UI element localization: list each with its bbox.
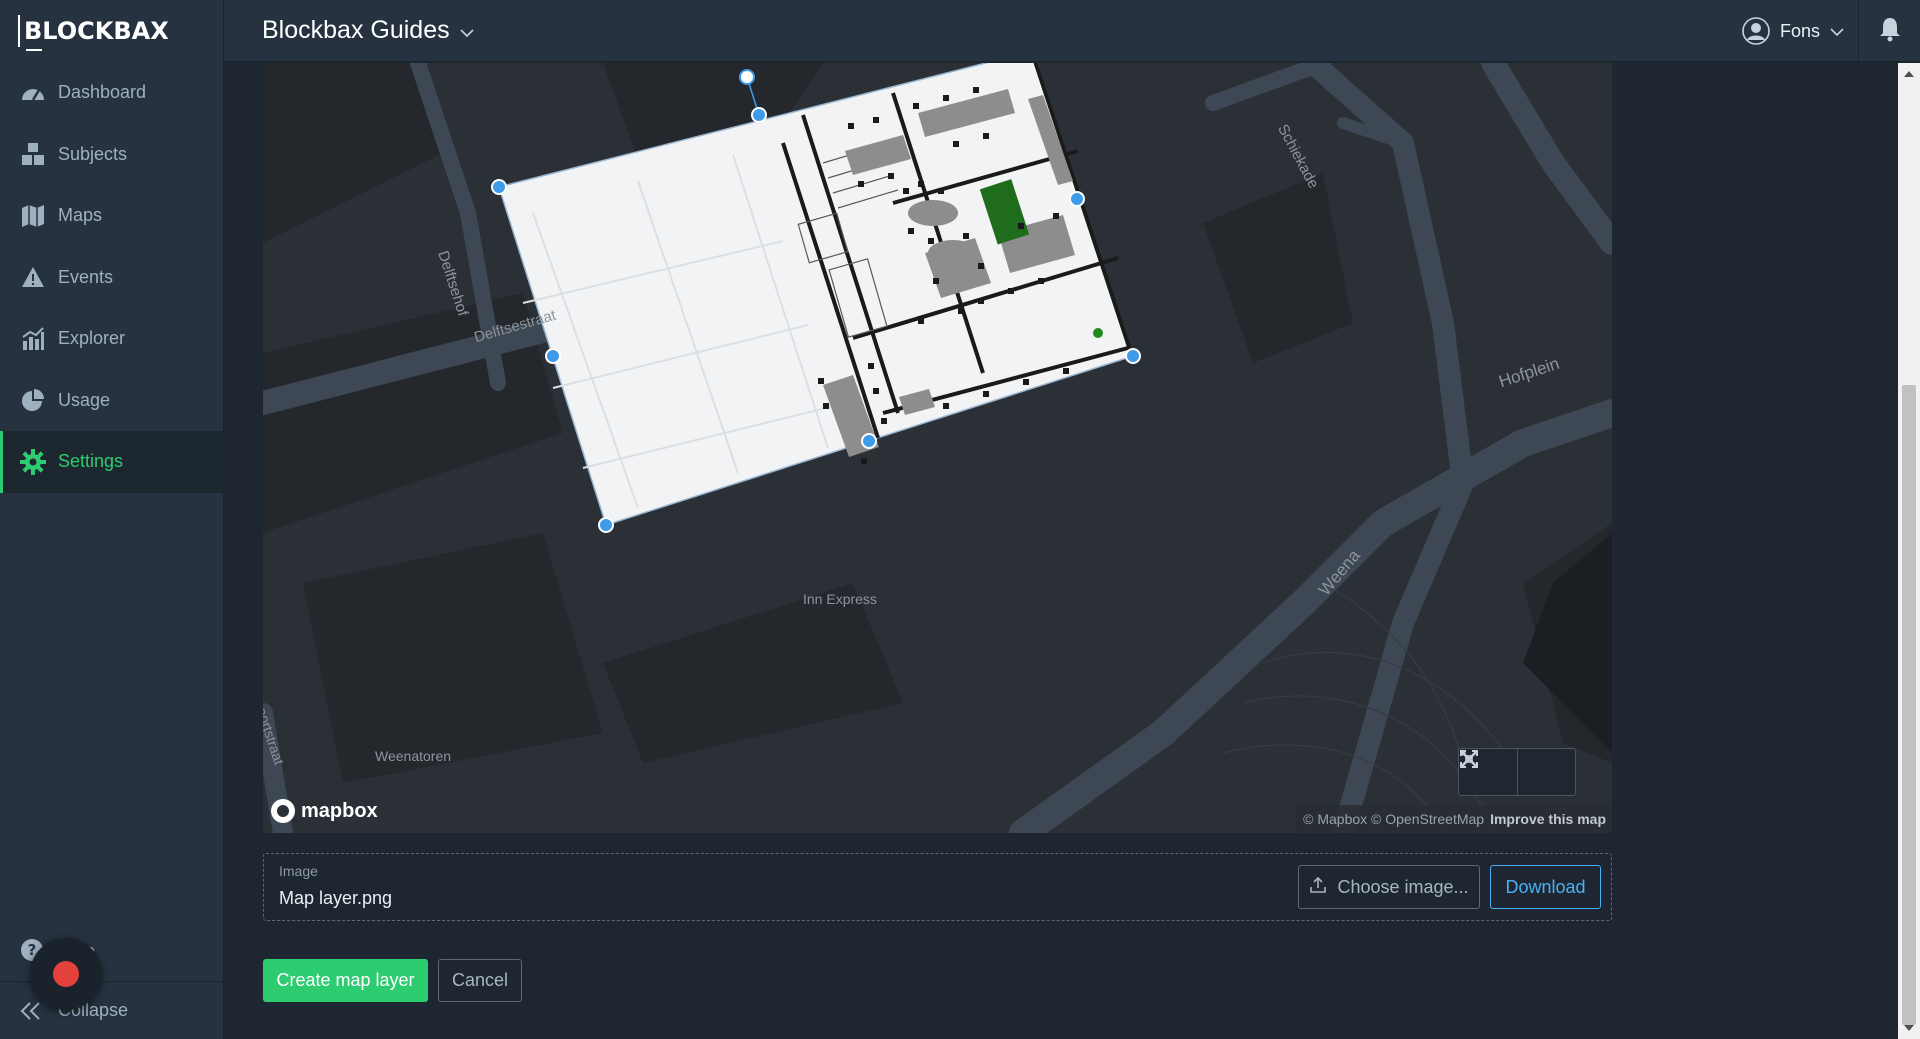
map-controls — [1458, 748, 1576, 796]
image-field-value: Map layer.png — [279, 888, 393, 908]
chevron-down-icon — [1830, 21, 1844, 42]
sidebar-item-usage[interactable]: Usage — [0, 370, 223, 432]
sidebar-item-label: Events — [58, 266, 114, 287]
warning-icon — [20, 264, 46, 290]
download-label: Download — [1505, 876, 1586, 897]
sidebar-item-label: Dashboard — [58, 82, 147, 103]
sidebar-item-label: Settings — [58, 451, 124, 472]
pie-icon — [20, 387, 46, 413]
mapbox-icon — [271, 799, 295, 823]
map-icon — [20, 203, 46, 229]
blocks-icon — [20, 141, 46, 167]
sidebar-item-settings[interactable]: Settings — [0, 431, 223, 493]
record-button[interactable] — [30, 938, 102, 1010]
scroll-up-arrow-icon[interactable] — [1904, 71, 1914, 77]
create-map-layer-button[interactable]: Create map layer — [263, 959, 428, 1002]
gauge-icon — [20, 80, 46, 106]
choose-image-label: Choose image... — [1337, 876, 1469, 897]
scroll-down-arrow-icon[interactable] — [1904, 1025, 1914, 1031]
sidebar-item-maps[interactable]: Maps — [0, 185, 223, 247]
chart-icon — [20, 326, 46, 352]
user-menu[interactable]: Fons — [1742, 0, 1844, 62]
create-label: Create map layer — [276, 970, 415, 990]
chevron-down-icon — [460, 16, 474, 45]
sidebar: BLOCKBAX Dashboard Subjects Maps Events — [0, 0, 224, 1039]
cancel-label: Cancel — [451, 970, 509, 990]
mapbox-logo[interactable]: mapbox — [271, 799, 378, 823]
record-icon — [53, 961, 79, 987]
fit-bounds-button[interactable] — [1460, 749, 1575, 795]
upload-icon — [1309, 876, 1327, 899]
sidebar-item-dashboard[interactable]: Dashboard — [0, 62, 223, 124]
sidebar-item-label: Maps — [58, 205, 103, 226]
map-label-weenatoren: Weenatoren — [375, 748, 452, 764]
sidebar-item-events[interactable]: Events — [0, 247, 223, 309]
attribution-text[interactable]: © Mapbox © OpenStreetMap — [1303, 811, 1484, 827]
scrollbar-thumb[interactable] — [1902, 385, 1916, 1025]
map-canvas[interactable]: Delftsehof Delftsestraat Schiekade Hofpl… — [263, 63, 1612, 833]
map-base — [263, 63, 1612, 833]
gear-icon — [20, 448, 46, 475]
brand[interactable]: BLOCKBAX — [0, 0, 223, 62]
sidebar-item-label: Explorer — [58, 328, 126, 349]
topbar: Blockbax Guides Fons — [224, 0, 1920, 62]
cancel-button[interactable]: Cancel — [438, 959, 522, 1002]
bell-icon — [1877, 16, 1903, 47]
image-field-label: Image — [279, 863, 318, 879]
project-switcher[interactable]: Blockbax Guides — [262, 16, 474, 45]
map-label-inn-express: Inn Express — [803, 591, 877, 607]
sidebar-item-subjects[interactable]: Subjects — [0, 124, 223, 186]
page-scrollbar[interactable] — [1898, 63, 1920, 1039]
notifications-button[interactable] — [1858, 0, 1920, 62]
improve-map-link[interactable]: Improve this map — [1490, 811, 1606, 827]
choose-image-button[interactable]: Choose image... — [1298, 865, 1480, 909]
sidebar-item-label: Subjects — [58, 143, 128, 164]
download-button[interactable]: Download — [1490, 865, 1601, 909]
sidebar-nav: Dashboard Subjects Maps Events Explorer — [0, 62, 223, 493]
sidebar-item-label: Usage — [58, 389, 111, 410]
sidebar-item-explorer[interactable]: Explorer — [0, 308, 223, 370]
user-name: Fons — [1779, 20, 1820, 41]
mapbox-wordmark: mapbox — [301, 799, 378, 822]
avatar-icon — [1742, 17, 1770, 45]
page-title: Blockbax Guides — [262, 16, 450, 44]
brand-logo[interactable]: BLOCKBAX — [18, 15, 173, 51]
map-attribution: © Mapbox © OpenStreetMap Improve this ma… — [1295, 805, 1612, 833]
